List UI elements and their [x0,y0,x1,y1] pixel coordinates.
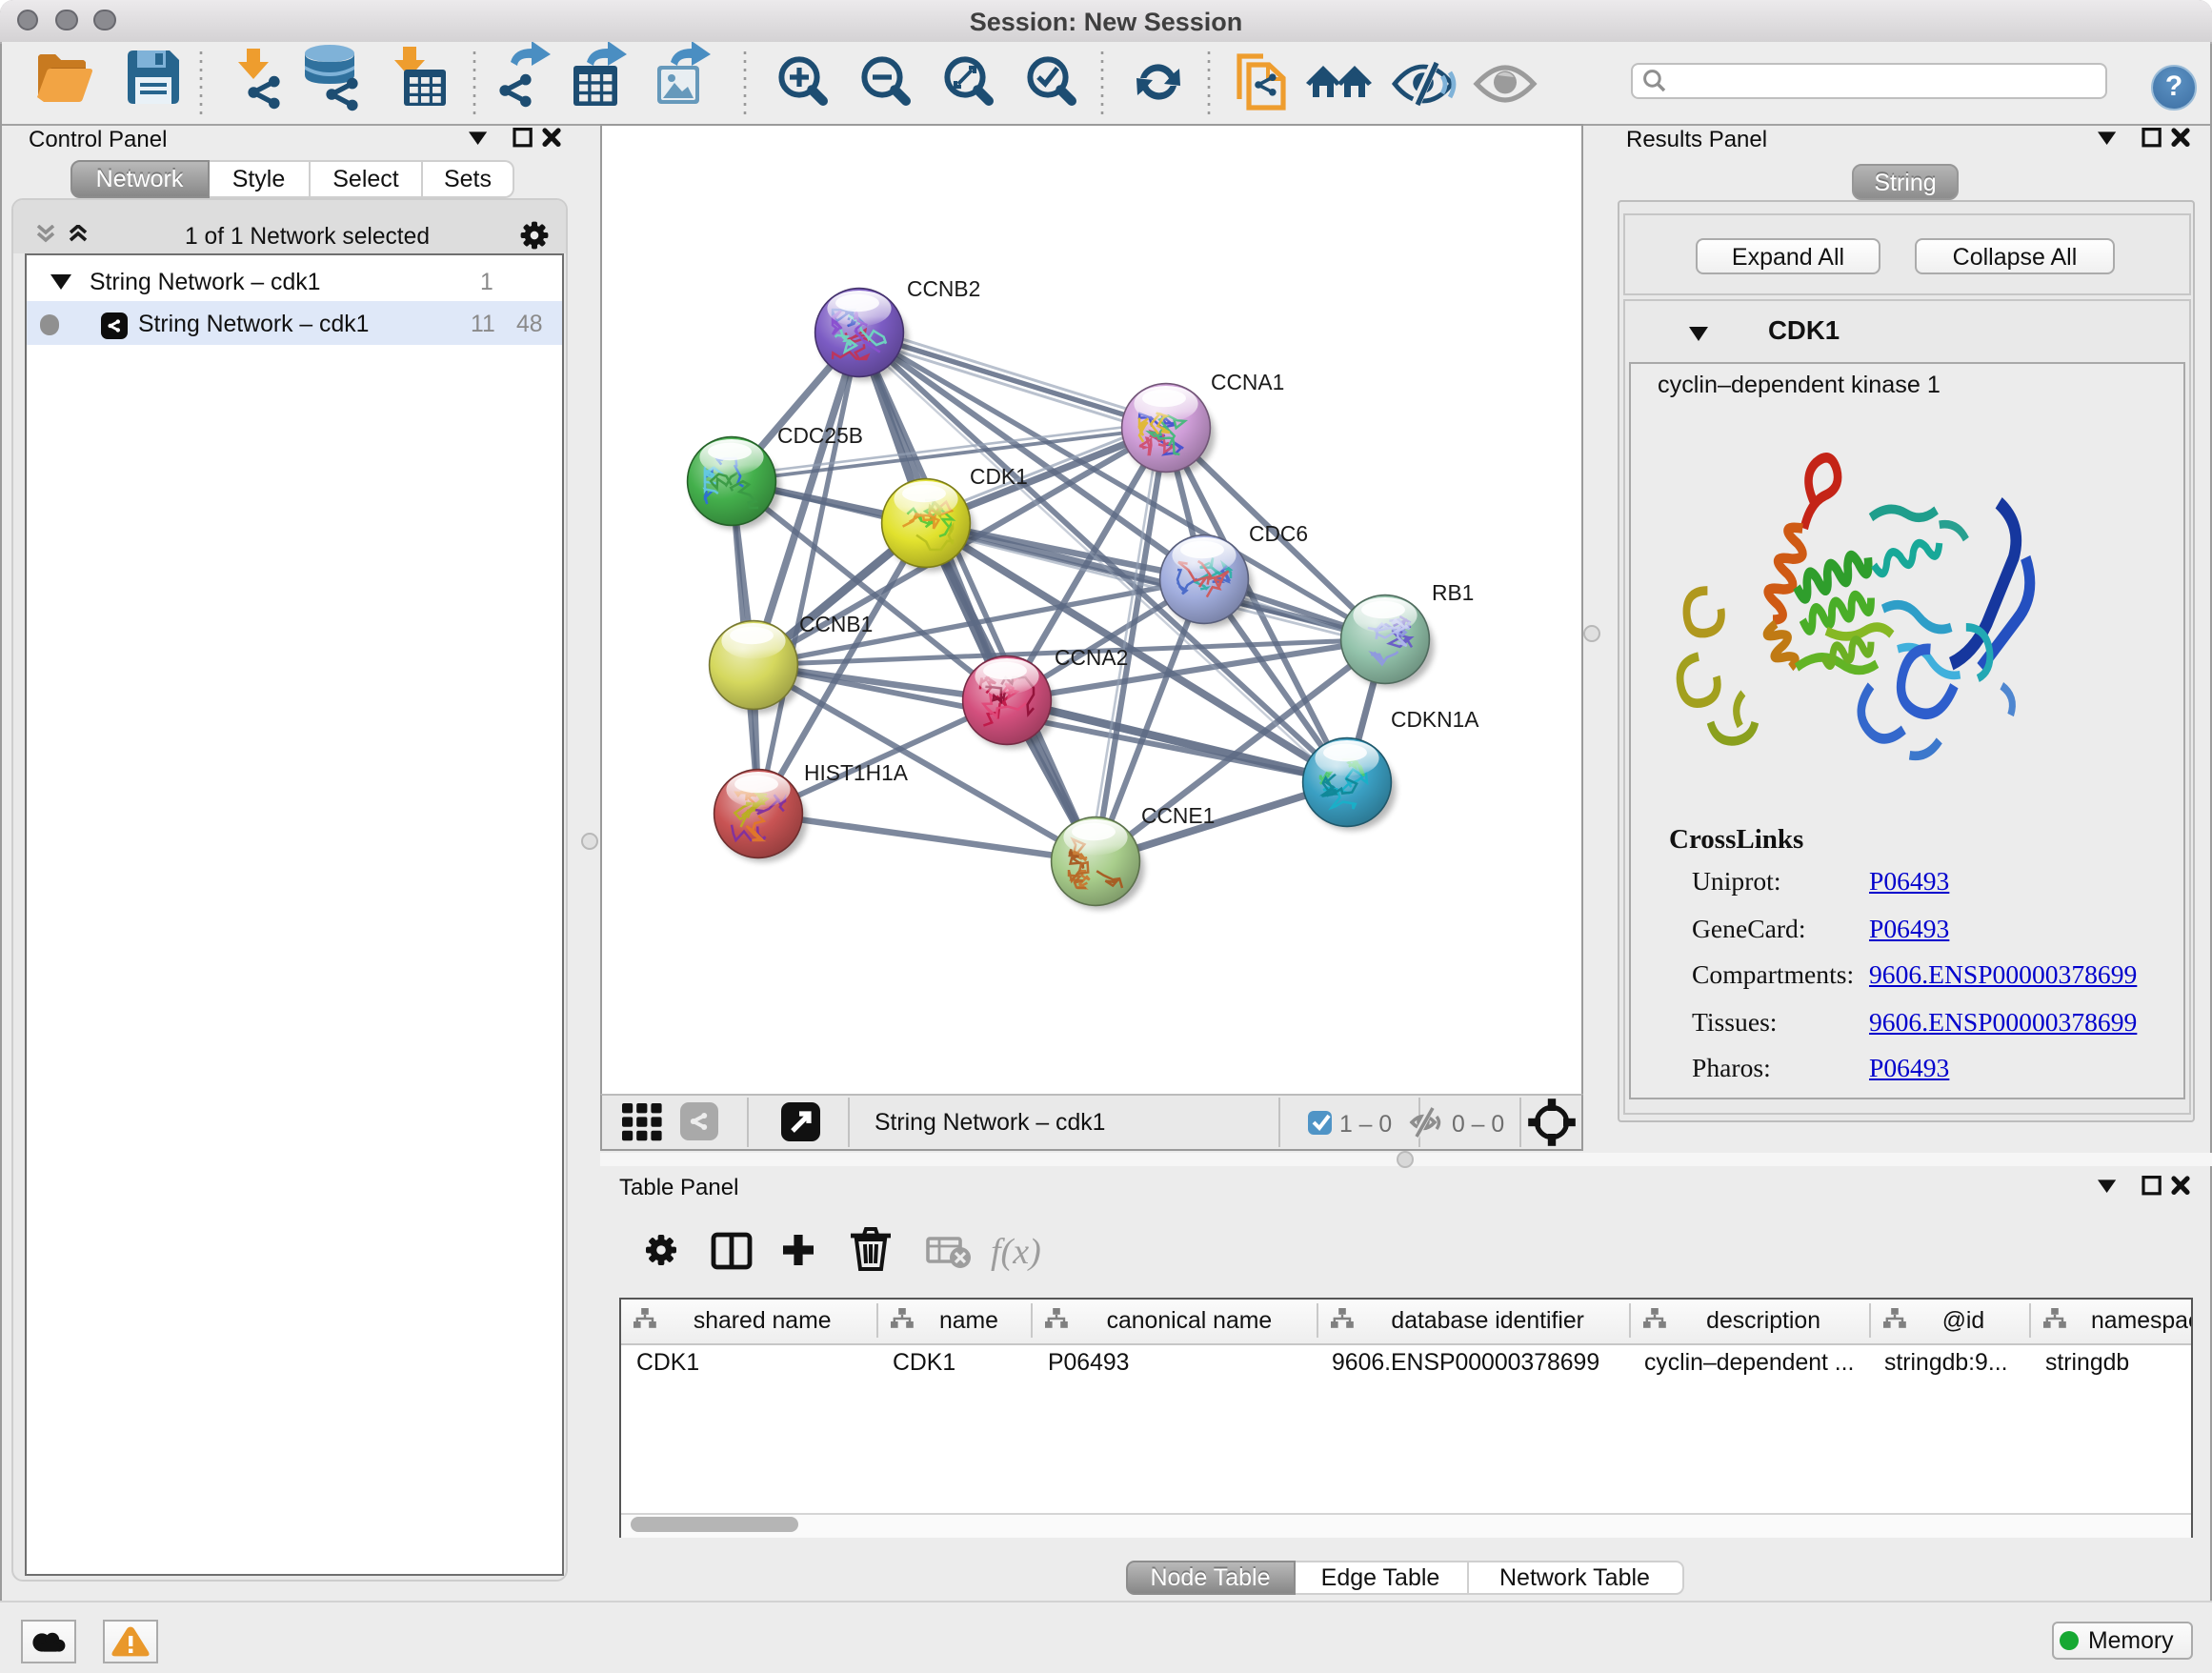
svg-text:CDC25B: CDC25B [777,423,863,448]
svg-text:CCNE1: CCNE1 [1141,803,1215,828]
svg-text:CDKN1A: CDKN1A [1391,707,1479,732]
svg-text:CDK1: CDK1 [970,464,1028,489]
svg-text:CCNA2: CCNA2 [1055,645,1128,670]
svg-text:CCNB2: CCNB2 [907,276,980,301]
svg-text:CCNB1: CCNB1 [799,612,873,636]
svg-text:f(x): f(x) [991,1232,1041,1272]
svg-text:CCNA1: CCNA1 [1211,370,1284,394]
svg-text:RB1: RB1 [1432,580,1474,605]
svg-text:HIST1H1A: HIST1H1A [804,760,909,785]
svg-text:CDC6: CDC6 [1249,521,1308,546]
